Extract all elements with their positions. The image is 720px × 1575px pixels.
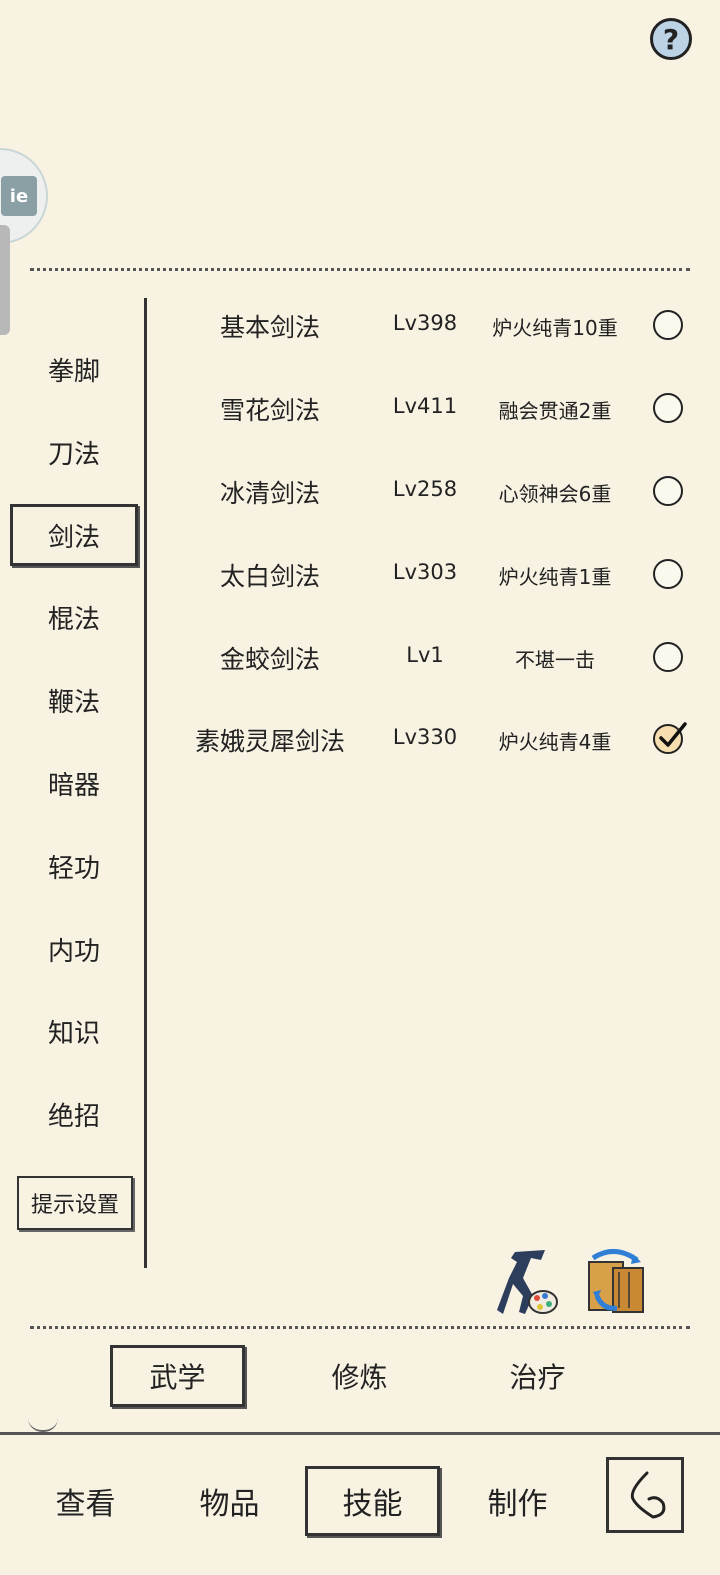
skill-checkbox[interactable]: [653, 722, 687, 754]
nav-items[interactable]: 物品: [162, 1466, 297, 1536]
category-label: 棍法: [47, 604, 100, 635]
skill-rank: 炉火纯青10重: [492, 316, 618, 340]
skill-row: 素娥灵犀剑法 Lv330 炉火纯青4重: [160, 710, 700, 770]
nav-label: 查看: [55, 1487, 116, 1522]
skill-rank: 心领神会6重: [498, 482, 612, 506]
category-label: 刀法: [47, 439, 100, 470]
nav-craft[interactable]: 制作: [450, 1466, 585, 1536]
subtab-zhiliao[interactable]: 治疗: [470, 1345, 605, 1407]
skill-rank: 融会贯通2重: [498, 399, 612, 423]
nav-view[interactable]: 查看: [18, 1466, 153, 1536]
nav-skills[interactable]: 技能: [305, 1466, 440, 1536]
skill-row: 雪花剑法 Lv411 融会贯通2重: [160, 379, 700, 439]
back-arrow-icon: [630, 1471, 666, 1519]
skill-level: Lv258: [392, 477, 458, 501]
swordsman-palette-icon[interactable]: [495, 1248, 559, 1318]
column-divider: [144, 298, 147, 1268]
skill-checkbox[interactable]: [653, 310, 683, 340]
skill-name: 素娥灵犀剑法: [194, 727, 345, 756]
back-button[interactable]: [606, 1457, 684, 1533]
help-button[interactable]: ?: [650, 18, 692, 60]
help-icon: ?: [662, 22, 680, 56]
floating-ball-label: ie: [1, 176, 37, 216]
category-label: 拳脚: [47, 356, 100, 387]
category-qinggong[interactable]: 轻功: [10, 835, 138, 897]
category-label: 绝招: [47, 1101, 100, 1132]
category-label: 知识: [47, 1018, 100, 1049]
category-quanjiao[interactable]: 拳脚: [10, 338, 138, 400]
skill-level: Lv411: [392, 394, 458, 418]
nav-label: 技能: [342, 1487, 403, 1522]
skill-name: 冰清剑法: [219, 479, 320, 508]
category-juezhao[interactable]: 绝招: [10, 1083, 138, 1145]
skill-row: 冰清剑法 Lv258 心领神会6重: [160, 462, 700, 522]
edge-handle[interactable]: [0, 225, 10, 335]
skill-name: 金蛟剑法: [219, 645, 320, 674]
ink-flourish: [28, 1418, 58, 1432]
skill-row: 太白剑法 Lv303 炉火纯青1重: [160, 545, 700, 605]
subtab-wuxue[interactable]: 武学: [110, 1345, 245, 1407]
skill-checkbox[interactable]: [653, 559, 683, 589]
category-label: 鞭法: [47, 687, 100, 718]
skill-rank: 不堪一击: [515, 648, 595, 672]
category-label: 内功: [47, 936, 100, 967]
skill-name: 雪花剑法: [219, 396, 320, 425]
skill-rank: 炉火纯青1重: [498, 565, 612, 589]
category-neigong[interactable]: 内功: [10, 918, 138, 980]
category-zhishi[interactable]: 知识: [10, 1000, 138, 1062]
category-label: 轻功: [47, 853, 100, 884]
subtab-label: 治疗: [509, 1361, 566, 1394]
category-daofa[interactable]: 刀法: [10, 421, 138, 483]
skill-row: 基本剑法 Lv398 炉火纯青10重: [160, 296, 700, 356]
skill-level: Lv330: [392, 725, 458, 749]
skill-checkbox[interactable]: [653, 393, 683, 423]
category-bianfa[interactable]: 鞭法: [10, 669, 138, 731]
skill-checkbox[interactable]: [653, 642, 683, 672]
skill-name: 基本剑法: [219, 313, 320, 342]
book-swap-icon[interactable]: [583, 1248, 647, 1318]
skill-rank: 炉火纯青4重: [498, 730, 612, 754]
category-label: 暗器: [47, 770, 100, 801]
skill-name: 太白剑法: [219, 562, 320, 591]
checkmark-icon: [659, 722, 687, 747]
top-divider: [30, 268, 690, 271]
category-label: 剑法: [47, 522, 100, 553]
skill-checkbox[interactable]: [653, 476, 683, 506]
subtab-label: 武学: [149, 1361, 206, 1394]
subtab-xiulian[interactable]: 修炼: [292, 1345, 427, 1407]
bottom-divider: [30, 1326, 690, 1329]
nav-separator: [0, 1432, 720, 1435]
nav-label: 制作: [487, 1487, 548, 1522]
category-jianfa[interactable]: 剑法: [10, 504, 138, 566]
skill-level: Lv303: [392, 560, 458, 584]
skill-level: Lv398: [392, 311, 458, 335]
skill-row: 金蛟剑法 Lv1 不堪一击: [160, 628, 700, 688]
category-anqi[interactable]: 暗器: [10, 752, 138, 814]
hint-settings-button[interactable]: 提示设置: [17, 1176, 133, 1230]
category-gunfa[interactable]: 棍法: [10, 586, 138, 648]
nav-label: 物品: [199, 1487, 260, 1522]
subtab-label: 修炼: [331, 1361, 388, 1394]
skill-level: Lv1: [406, 643, 444, 667]
